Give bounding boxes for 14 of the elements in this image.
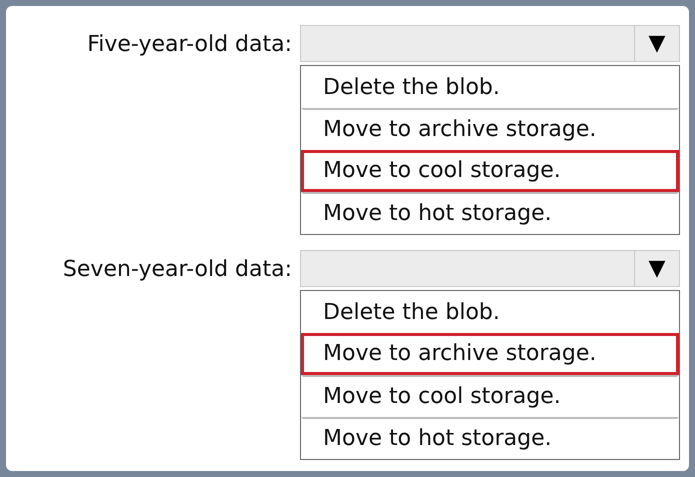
option-item[interactable]: Move to archive storage. <box>301 108 679 150</box>
question-label: Seven-year-old data: <box>62 256 292 284</box>
dropdown-arrow-button[interactable]: ▼ <box>634 251 679 286</box>
dropdown-arrow-button[interactable]: ▼ <box>634 26 679 61</box>
option-item[interactable]: Delete the blob. <box>301 66 679 108</box>
option-item[interactable]: Move to cool storage. <box>301 375 679 417</box>
option-item[interactable]: Move to archive storage. <box>301 333 679 375</box>
dropdown-field[interactable]: ▼ <box>300 250 680 287</box>
option-item[interactable]: Move to cool storage. <box>301 150 679 192</box>
dropdown-field[interactable]: ▼ <box>300 25 680 62</box>
option-item[interactable]: Move to hot storage. <box>301 192 679 234</box>
option-item[interactable]: Delete the blob. <box>301 291 679 333</box>
question-label: Five-year-old data: <box>86 31 292 59</box>
option-item[interactable]: Move to hot storage. <box>301 417 679 459</box>
